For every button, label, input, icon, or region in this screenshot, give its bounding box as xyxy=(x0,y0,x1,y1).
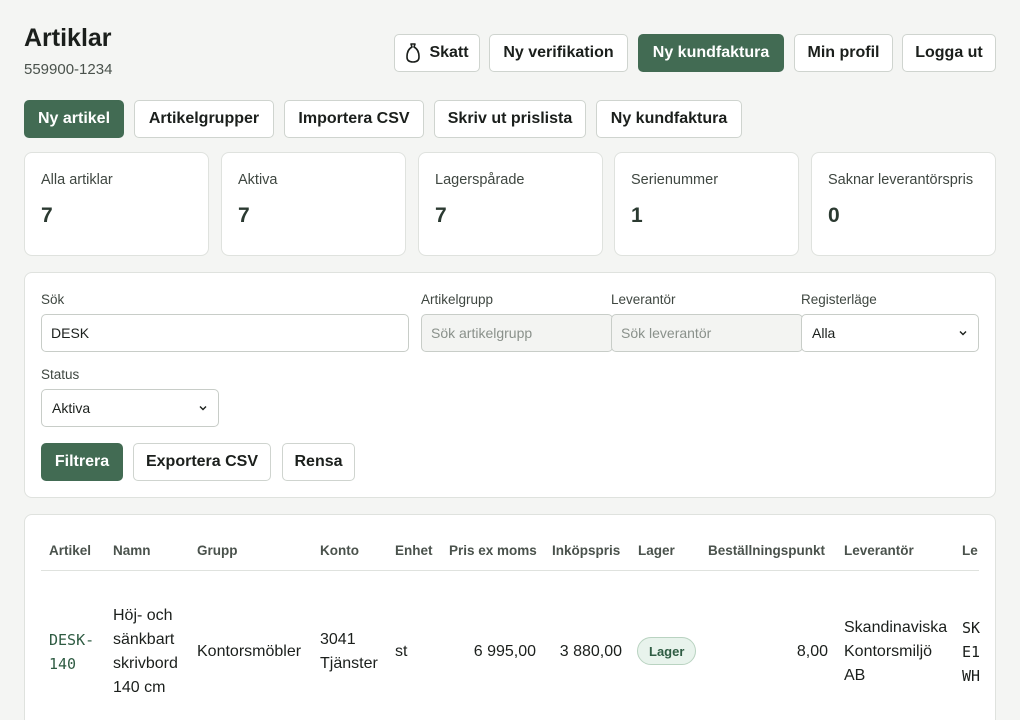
stat-label: Aktiva xyxy=(238,172,278,188)
clear-button[interactable]: Rensa xyxy=(282,443,355,481)
article-supplier-ref: SK E1 WH xyxy=(962,616,980,688)
stat-value: 1 xyxy=(631,204,643,227)
stat-label: Saknar leverantörspris xyxy=(828,172,974,188)
supplier-label: Leverantör xyxy=(611,292,676,307)
column-header-group[interactable]: Grupp xyxy=(197,543,238,558)
status-label: Status xyxy=(41,367,80,382)
article-name-line: Höj- och xyxy=(113,607,173,624)
supplier-ref-line: WH xyxy=(962,667,980,685)
logout-button[interactable]: Logga ut xyxy=(902,34,996,72)
new-article-button[interactable]: Ny artikel xyxy=(24,100,124,138)
column-header-article[interactable]: Artikel xyxy=(49,543,91,558)
column-header-supplier-ref[interactable]: Le xyxy=(962,543,978,558)
export-csv-button[interactable]: Exportera CSV xyxy=(133,443,271,481)
supplier-line: Skandinaviska xyxy=(844,619,948,636)
toolbar-new-invoice-button[interactable]: Ny kundfaktura xyxy=(596,100,742,138)
article-number-link[interactable]: DESK- 140 xyxy=(49,628,94,676)
import-csv-button[interactable]: Importera CSV xyxy=(284,100,424,138)
tax-button[interactable]: Skatt xyxy=(394,34,480,72)
stat-card-serial: Serienummer 1 xyxy=(614,152,799,256)
status-select-value: Aktiva xyxy=(52,400,91,416)
org-number: 559900-1234 xyxy=(24,61,113,78)
article-number-part: DESK- xyxy=(49,631,95,649)
stat-card-all: Alla artiklar 7 xyxy=(24,152,209,256)
table-header-divider xyxy=(41,570,979,571)
new-verification-button[interactable]: Ny verifikation xyxy=(489,34,628,72)
column-header-purchase-price[interactable]: Inköpspris xyxy=(552,543,620,558)
mode-select[interactable]: Alla xyxy=(801,314,979,352)
article-groups-button[interactable]: Artikelgrupper xyxy=(134,100,274,138)
profile-button[interactable]: Min profil xyxy=(794,34,893,72)
new-invoice-button[interactable]: Ny kundfaktura xyxy=(638,34,784,72)
chevron-down-icon xyxy=(959,331,967,336)
search-input[interactable] xyxy=(41,314,409,352)
article-purchase-price: 3 880,00 xyxy=(559,643,622,660)
moneybag-icon xyxy=(405,42,421,64)
article-name-line: 140 cm xyxy=(113,679,166,696)
stat-label: Serienummer xyxy=(631,172,719,188)
article-name-line: sänkbart xyxy=(113,631,175,648)
stat-value: 0 xyxy=(828,204,840,227)
page-title: Artiklar xyxy=(24,24,112,52)
tax-button-label: Skatt xyxy=(429,44,469,61)
mode-label: Registerläge xyxy=(801,292,877,307)
column-header-reorder-point[interactable]: Beställningspunkt xyxy=(708,543,825,558)
stat-label: Alla artiklar xyxy=(41,172,113,188)
supplier-ref-line: SK xyxy=(962,619,980,637)
filter-button[interactable]: Filtrera xyxy=(41,443,123,481)
article-group: Kontorsmöbler xyxy=(197,643,302,660)
supplier-line: Kontorsmiljö xyxy=(844,643,933,660)
column-header-account[interactable]: Konto xyxy=(320,543,359,558)
account-number: 3041 xyxy=(320,631,356,648)
article-reorder-point: 8,00 xyxy=(796,643,828,660)
article-unit: st xyxy=(395,643,408,660)
account-name: Tjänster xyxy=(320,655,378,672)
stat-card-stock-tracked: Lagerspårade 7 xyxy=(418,152,603,256)
stat-value: 7 xyxy=(238,204,250,227)
stat-card-missing-supplier-price: Saknar leverantörspris 0 xyxy=(811,152,996,256)
stat-value: 7 xyxy=(435,204,447,227)
search-label: Sök xyxy=(41,292,65,307)
print-pricelist-button[interactable]: Skriv ut prislista xyxy=(434,100,586,138)
column-header-stock[interactable]: Lager xyxy=(638,543,675,558)
article-name: Höj- och sänkbart skrivbord 140 cm xyxy=(113,604,178,700)
group-search-input[interactable] xyxy=(421,314,613,352)
stock-badge: Lager xyxy=(637,637,697,665)
supplier-ref-line: E1 xyxy=(962,643,980,661)
supplier-line: AB xyxy=(844,667,866,684)
column-header-unit[interactable]: Enhet xyxy=(395,543,433,558)
article-supplier: Skandinaviska Kontorsmiljö AB xyxy=(844,616,947,688)
group-label: Artikelgrupp xyxy=(421,292,494,307)
supplier-search-input[interactable] xyxy=(611,314,803,352)
chevron-down-icon xyxy=(199,406,207,411)
mode-select-value: Alla xyxy=(812,325,836,341)
stat-label: Lagerspårade xyxy=(435,172,525,188)
column-header-name[interactable]: Namn xyxy=(113,543,151,558)
article-price: 6 995,00 xyxy=(473,643,536,660)
column-header-price[interactable]: Pris ex moms xyxy=(449,543,537,558)
status-select[interactable]: Aktiva xyxy=(41,389,219,427)
article-number-part: 140 xyxy=(49,655,77,673)
column-header-supplier[interactable]: Leverantör xyxy=(844,543,914,558)
article-name-line: skrivbord xyxy=(113,655,178,672)
stat-card-active: Aktiva 7 xyxy=(221,152,406,256)
article-account: 3041 Tjänster xyxy=(320,628,378,676)
stat-value: 7 xyxy=(41,204,53,227)
